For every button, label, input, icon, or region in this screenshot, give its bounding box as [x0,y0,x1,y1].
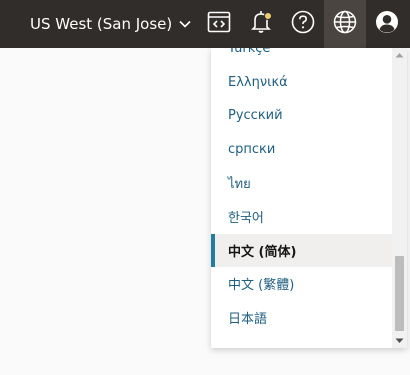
language-option-label: Русский [228,108,283,124]
notifications-button[interactable] [245,8,277,40]
region-selector[interactable]: US West (San Jose) [30,0,192,48]
scrollbar-thumb[interactable] [395,256,404,331]
language-option-label: 한국어 [228,211,264,227]
language-list: Türkçe Ελληνικά Русский српски ไทย 한국어 中… [211,48,392,334]
top-navigation-bar: US West (San Jose) [0,0,410,48]
language-menu: Türkçe Ελληνικά Русский српски ไทย 한국어 中… [211,48,407,348]
language-option-chinese-traditional[interactable]: 中文 (繁體) [211,267,392,301]
globe-icon [333,10,357,38]
language-button[interactable] [324,0,366,48]
profile-button[interactable] [371,8,403,40]
language-option-korean[interactable]: 한국어 [211,200,392,234]
help-icon [291,10,315,38]
language-option-label: 中文 (简体) [228,244,297,260]
chevron-down-icon [178,17,192,31]
language-option-greek[interactable]: Ελληνικά [211,66,392,100]
language-option-thai[interactable]: ไทย [211,166,392,200]
language-option-label: српски [228,142,276,158]
language-option-chinese-simplified[interactable]: 中文 (简体) [211,233,392,268]
bell-icon [249,9,273,39]
language-option-label: ไทย [228,176,251,192]
language-option-label: 日本語 [228,312,268,328]
scroll-down-arrow-icon[interactable] [392,334,407,348]
language-option-label: Türkçe [228,48,271,57]
language-option-russian[interactable]: Русский [211,99,392,133]
help-button[interactable] [287,8,319,40]
language-option-label: Ελληνικά [228,74,288,90]
language-option-turkish[interactable]: Türkçe [211,48,392,66]
language-option-serbian[interactable]: српски [211,133,392,167]
region-label: US West (San Jose) [30,15,173,33]
user-icon [375,10,399,38]
language-option-japanese[interactable]: 日本語 [211,301,392,335]
language-option-label: 中文 (繁體) [228,278,295,294]
menu-scrollbar[interactable] [392,48,407,348]
code-editor-button[interactable] [203,8,235,40]
code-editor-icon [207,11,231,37]
scroll-up-arrow-icon[interactable] [392,48,407,62]
